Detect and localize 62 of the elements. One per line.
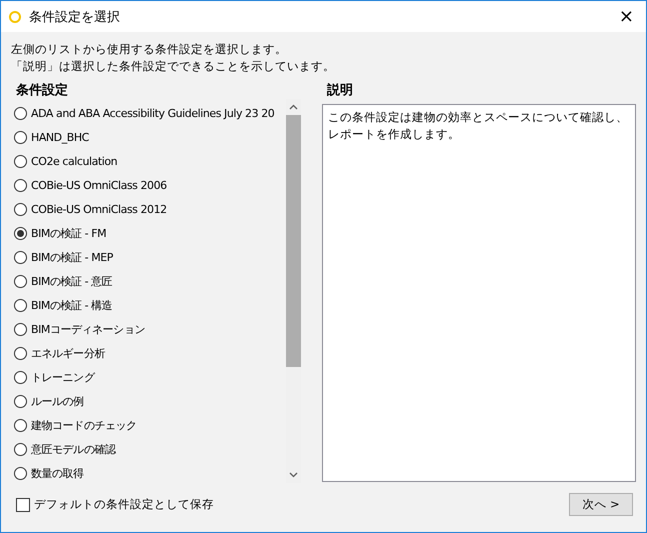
radio-button[interactable]: [14, 442, 27, 456]
radio-option[interactable]: BIMの検証 - 構造: [11, 293, 286, 317]
radio-button[interactable]: [14, 274, 27, 288]
description-text: この条件設定は建物の効率とスペースについて確認し、レポートを作成します。: [328, 110, 628, 141]
radio-option[interactable]: BIMの検証 - 意匠: [11, 269, 286, 293]
radio-button[interactable]: [14, 466, 27, 480]
radio-button[interactable]: [14, 298, 27, 312]
radio-option[interactable]: エネルギー分析: [11, 341, 286, 365]
radio-option[interactable]: COBie-US OmniClass 2006: [11, 173, 286, 197]
radio-button[interactable]: [14, 202, 27, 216]
option-label: トレーニング: [31, 370, 94, 384]
description-heading: 説明: [326, 82, 354, 100]
radio-option[interactable]: ADA and ABA Accessibility Guidelines July 23 20: [11, 101, 286, 125]
instruction-text: 「説明」は選択した条件設定でできることを示しています。: [11, 58, 336, 75]
option-label: BIMの検証 - FM: [31, 226, 106, 240]
option-label: ADA and ABA Accessibility Guidelines July 23 20: [31, 106, 274, 120]
radio-option[interactable]: トレーニング: [11, 365, 286, 389]
checkbox[interactable]: [16, 498, 30, 512]
app-icon: [9, 10, 21, 22]
radio-button[interactable]: [14, 106, 27, 120]
radio-button[interactable]: [14, 226, 27, 240]
scroll-up-icon[interactable]: [289, 104, 298, 110]
option-label: CO2e calculation: [31, 154, 118, 168]
radio-option[interactable]: BIMコーディネーション: [11, 317, 286, 341]
radio-option[interactable]: BIMの検証 - FM: [11, 221, 286, 245]
radio-button[interactable]: [14, 418, 27, 432]
window-title: 条件設定を選択: [29, 8, 121, 26]
option-label: 意匠モデルの確認: [31, 442, 116, 456]
option-label: ルールの例: [31, 394, 84, 408]
radio-option[interactable]: 数量の取得: [11, 461, 286, 483]
option-label: BIMの検証 - 意匠: [31, 274, 112, 288]
radio-option[interactable]: ルールの例: [11, 389, 286, 413]
radio-option[interactable]: BIMの検証 - MEP: [11, 245, 286, 269]
radio-option[interactable]: 建物コードのチェック: [11, 413, 286, 437]
radio-button[interactable]: [14, 322, 27, 336]
radio-button[interactable]: [14, 250, 27, 264]
radio-option[interactable]: COBie-US OmniClass 2012: [11, 197, 286, 221]
option-label: BIMコーディネーション: [31, 322, 145, 336]
option-label: COBie-US OmniClass 2006: [31, 178, 167, 192]
instruction-text: 左側のリストから使用する条件設定を選択します。: [11, 41, 288, 58]
close-button[interactable]: ×: [614, 8, 638, 26]
option-label: HAND_BHC: [31, 130, 89, 144]
list-heading: 条件設定: [15, 82, 69, 100]
option-label: COBie-US OmniClass 2012: [31, 202, 167, 216]
next-button[interactable]: 次へ >: [569, 493, 633, 516]
radio-option[interactable]: HAND_BHC: [11, 125, 286, 149]
radio-button[interactable]: [14, 130, 27, 144]
option-label: BIMの検証 - MEP: [31, 250, 113, 264]
checkbox-label: デフォルトの条件設定として保存: [34, 497, 214, 512]
option-label: 数量の取得: [31, 466, 84, 480]
radio-button[interactable]: [14, 154, 27, 168]
radio-button[interactable]: [14, 394, 27, 408]
radio-option[interactable]: 意匠モデルの確認: [11, 437, 286, 461]
option-label: エネルギー分析: [31, 346, 105, 360]
radio-button[interactable]: [14, 178, 27, 192]
radio-button[interactable]: [14, 346, 27, 360]
option-label: 建物コードのチェック: [31, 418, 137, 432]
radio-button[interactable]: [14, 370, 27, 384]
radio-option[interactable]: CO2e calculation: [11, 149, 286, 173]
option-label: BIMの検証 - 構造: [31, 298, 112, 312]
scrollbar-thumb[interactable]: [286, 115, 301, 367]
scroll-down-icon[interactable]: [289, 472, 298, 478]
